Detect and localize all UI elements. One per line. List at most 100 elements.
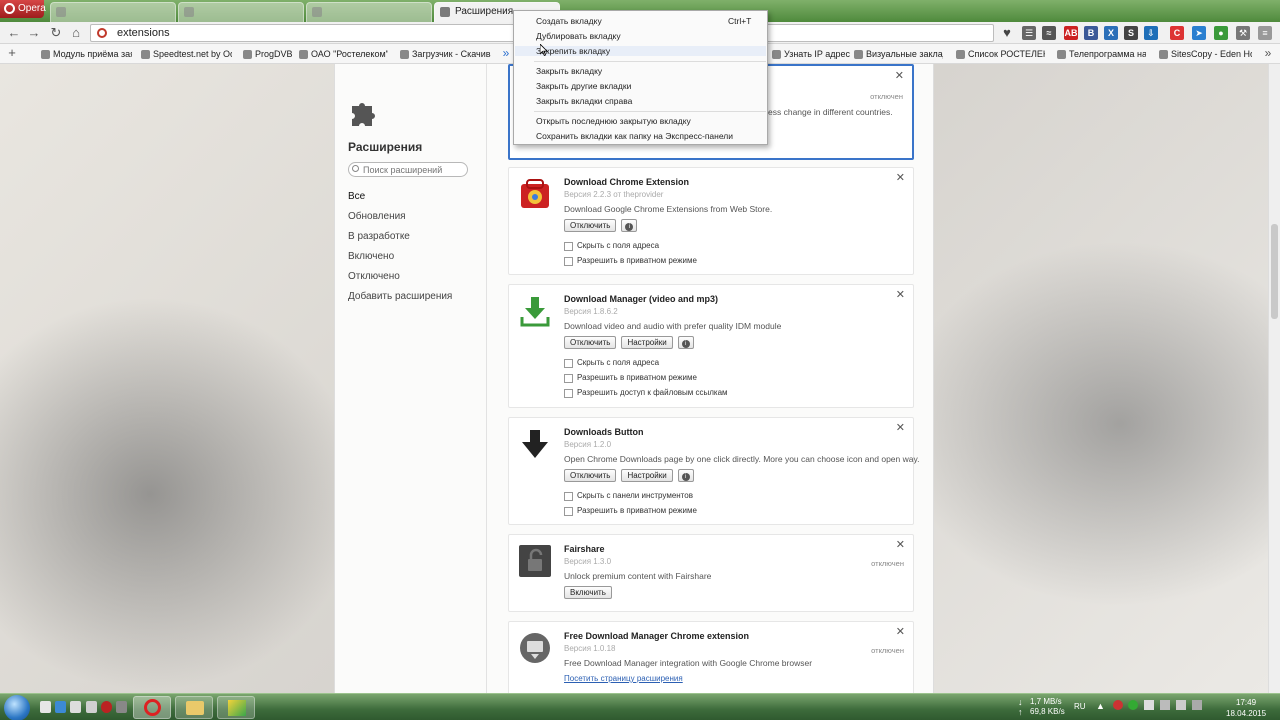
search-box[interactable] [348, 162, 468, 177]
hide-from-toolbar-checkbox[interactable]: Скрыть с панели инструментов [564, 491, 693, 501]
tool-extension-icon[interactable]: ⚒ [1236, 26, 1250, 40]
tab-2[interactable] [178, 2, 304, 22]
volume-icon[interactable] [1176, 700, 1186, 710]
reload-icon[interactable]: ↻ [48, 25, 64, 41]
opera-menu-button[interactable]: Opera [0, 0, 46, 18]
remove-extension-icon[interactable]: ✕ [896, 171, 905, 184]
tray-arrow-icon[interactable]: ▲ [1096, 701, 1105, 711]
tray-green-icon[interactable] [1128, 700, 1138, 710]
bookmark-item[interactable]: Телепрограмма на к [1056, 47, 1146, 61]
extension-name: Download Chrome Extension [564, 177, 690, 187]
visit-extension-page-link[interactable]: Посетить страницу расширения [564, 674, 683, 683]
quicklaunch-settings-icon[interactable] [86, 701, 97, 713]
allow-private-checkbox[interactable]: Разрешить в приватном режиме [564, 256, 697, 266]
sidebar-item-development[interactable]: В разработке [348, 231, 410, 242]
menu-item-close-tabs-right[interactable]: Закрыть вкладки справа [536, 96, 632, 106]
rss-icon[interactable]: ≈ [1042, 26, 1056, 40]
hide-from-address-checkbox[interactable]: Скрыть с поля адреса [564, 241, 659, 251]
forward-icon[interactable]: → [26, 25, 42, 41]
menu-item-pin-tab[interactable]: Закрепить вкладку [515, 46, 766, 56]
remove-extension-icon[interactable]: ✕ [896, 421, 905, 434]
menu-item-close-other-tabs[interactable]: Закрыть другие вкладки [536, 81, 631, 91]
bookmark-item[interactable]: SitesCopy - Eden Ho [1158, 47, 1252, 61]
settings-button[interactable]: Настройки [621, 336, 673, 349]
menu-item-reopen-closed-tab[interactable]: Открыть последнюю закрытую вкладку [536, 116, 691, 126]
clock-time[interactable]: 17:49 [1236, 698, 1256, 707]
info-button[interactable]: i [677, 336, 694, 349]
sidebar-item-updates[interactable]: Обновления [348, 211, 406, 222]
bookmark-item[interactable]: Список РОСТЕЛЕКС [955, 47, 1045, 61]
quicklaunch-explorer-icon[interactable] [55, 701, 66, 713]
language-indicator[interactable]: RU [1074, 702, 1086, 711]
taskbar-explorer-button[interactable] [175, 696, 213, 719]
menu-item-save-tabs-speed-dial[interactable]: Сохранить вкладки как папку на Экспресс-… [536, 131, 733, 141]
extension-version: Версия 1.2.0 [564, 440, 612, 449]
tray-misc-icon[interactable] [1192, 700, 1202, 710]
sidebar-item-disabled[interactable]: Отключено [348, 271, 400, 282]
puzzle-icon [440, 7, 450, 17]
menu-item-close-tab[interactable]: Закрыть вкладку [536, 66, 602, 76]
hide-from-address-checkbox[interactable]: Скрыть с поля адреса [564, 358, 659, 368]
info-button[interactable]: i [621, 219, 638, 232]
quicklaunch-film-icon[interactable] [70, 701, 81, 713]
clock-date[interactable]: 18.04.2015 [1226, 709, 1266, 718]
allow-private-checkbox[interactable]: Разрешить в приватном режиме [564, 506, 697, 516]
quicklaunch-opera-icon[interactable] [101, 701, 112, 713]
vk-icon[interactable]: B [1084, 26, 1098, 40]
tab-3[interactable] [306, 2, 432, 22]
adblock-icon[interactable]: AB [1064, 26, 1078, 40]
enable-button[interactable]: Включить [564, 586, 612, 599]
bookmark-item[interactable]: Загрузчик - Скачива [399, 47, 491, 61]
overflow-bookmarks-icon[interactable]: » [1260, 45, 1276, 61]
bookmark-item[interactable]: Узнать IP адрес [771, 47, 851, 61]
s-extension-icon[interactable]: S [1124, 26, 1138, 40]
allow-file-urls-checkbox[interactable]: Разрешить доступ к файловым ссылкам [564, 388, 728, 398]
reader-icon[interactable]: ☰ [1022, 26, 1036, 40]
home-icon[interactable]: ⌂ [68, 25, 84, 41]
allow-private-checkbox[interactable]: Разрешить в приватном режиме [564, 373, 697, 383]
share-extension-icon[interactable]: ➤ [1192, 26, 1206, 40]
bookmark-item[interactable]: Speedtest.net by Ook [140, 47, 232, 61]
taskbar-app-button[interactable] [217, 696, 255, 719]
extension-card: Download Manager (video and mp3) Версия … [508, 284, 914, 408]
scrollbar-thumb[interactable] [1271, 224, 1278, 319]
sidebar-item-add-extensions[interactable]: Добавить расширения [348, 291, 452, 302]
network-icon[interactable] [1160, 700, 1170, 710]
disable-button[interactable]: Отключить [564, 219, 617, 232]
tab-1[interactable] [50, 2, 176, 22]
x-extension-icon[interactable]: X [1104, 26, 1118, 40]
remove-extension-icon[interactable]: ✕ [896, 288, 905, 301]
taskbar-opera-button[interactable] [133, 696, 171, 719]
quicklaunch-app-icon[interactable] [116, 701, 127, 713]
menu-item-new-tab[interactable]: Создать вкладку Ctrl+T [536, 16, 751, 26]
back-icon[interactable]: ← [6, 25, 22, 41]
add-bookmark-icon[interactable]: + [4, 45, 20, 61]
tray-flag-icon[interactable] [1144, 700, 1154, 710]
download-extension-icon[interactable]: ⇩ [1144, 26, 1158, 40]
sidebar-item-enabled[interactable]: Включено [348, 251, 394, 262]
search-input[interactable] [363, 163, 463, 176]
c-extension-icon[interactable]: C [1170, 26, 1184, 40]
bookmark-item[interactable]: ProgDVB [242, 47, 302, 61]
sidebar-item-all[interactable]: Все [348, 191, 365, 202]
extension-version: Версия 1.8.6.2 [564, 307, 618, 316]
start-button[interactable] [4, 695, 30, 720]
bookmark-item[interactable]: Модуль приёма зая [40, 47, 132, 61]
menu-item-duplicate-tab[interactable]: Дублировать вкладку [536, 31, 621, 41]
tray-opera-icon[interactable] [1113, 700, 1123, 710]
remove-extension-icon[interactable]: ✕ [896, 625, 905, 638]
disable-button[interactable]: Отключить [564, 469, 617, 482]
globe-extension-icon[interactable]: ● [1214, 26, 1228, 40]
bookmark-item[interactable]: ОАО "Ростелеком" / [298, 47, 388, 61]
vertical-scrollbar[interactable] [1268, 64, 1280, 693]
bookmark-item[interactable]: Визуальные заклад [853, 47, 943, 61]
disable-button[interactable]: Отключить [564, 336, 617, 349]
remove-extension-icon[interactable]: ✕ [896, 538, 905, 551]
show-desktop-icon[interactable] [40, 701, 51, 713]
remove-extension-icon[interactable]: ✕ [895, 69, 904, 82]
heart-icon[interactable]: ♥ [999, 25, 1015, 41]
menu-extension-icon[interactable]: ≡ [1258, 26, 1272, 40]
info-button[interactable]: i [677, 469, 694, 482]
more-bookmarks-icon[interactable]: » [498, 45, 514, 61]
settings-button[interactable]: Настройки [621, 469, 673, 482]
